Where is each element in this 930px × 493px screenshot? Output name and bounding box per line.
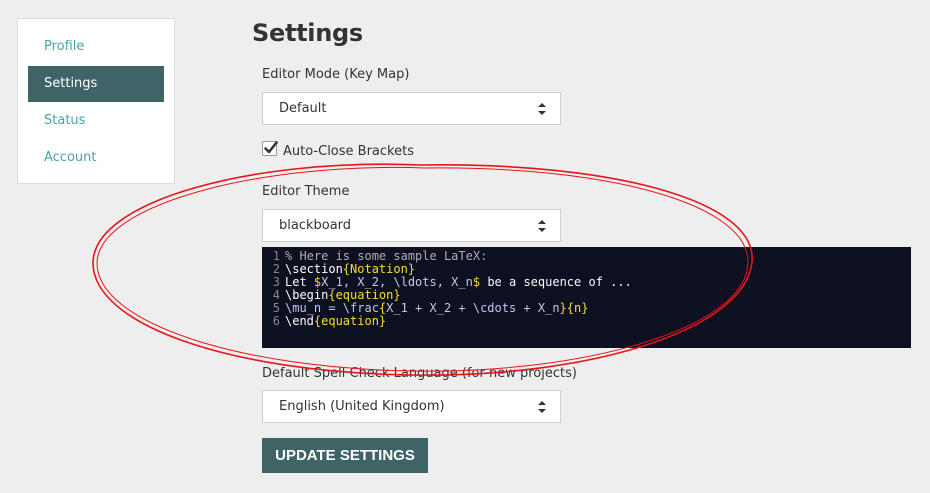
select-arrows-icon [538,220,546,232]
code-token: {equation} [328,288,401,302]
code-token: } [559,301,567,315]
line-number: 6 [272,314,280,328]
code-token: \end [285,314,314,328]
update-settings-button[interactable]: UPDATE SETTINGS [262,438,428,473]
code-token: X_1, X_2, \ldots, X_n [321,275,473,289]
sidebar-item-account[interactable]: Account [28,140,164,176]
code-token: X_1 + X_2 + \cdots + X_n [386,301,560,315]
select-arrows-icon [538,401,546,413]
editor-mode-select[interactable]: Default [262,92,561,125]
sidebar-item-status[interactable]: Status [28,103,164,139]
code-token: {n} [566,301,589,315]
code-token: {equation} [313,314,387,328]
spell-check-value: English (United Kingdom) [279,399,445,414]
editor-theme-value: blackboard [279,218,352,233]
select-arrows-icon [538,103,546,115]
code-token: \begin [285,288,329,302]
code-line: 6 \end{equation} [262,315,911,328]
sidebar-item-profile[interactable]: Profile [28,29,164,65]
editor-mode-label: Editor Mode (Key Map) [262,67,410,82]
editor-theme-label: Editor Theme [262,184,350,199]
code-token: \mu_n = \frac [285,301,379,315]
checkmark-icon [264,141,278,154]
theme-preview-code: 1% Here is some sample LaTeX: 2 \section{N… [262,247,911,348]
code-token: Let [285,275,314,289]
spell-check-select[interactable]: English (United Kingdom) [262,390,561,423]
auto-close-brackets-checkbox[interactable] [262,141,278,156]
editor-theme-select[interactable]: blackboard [262,209,561,242]
code-token: % Here is some sample LaTeX: [285,249,488,263]
settings-sidebar: Profile Settings Status Account [17,18,175,184]
code-token: \section [285,262,343,276]
sidebar-item-settings[interactable]: Settings [28,66,164,102]
code-token: {Notation} [342,262,416,276]
code-token: be a sequence of ... [480,275,632,289]
code-token: $ [472,275,481,289]
spell-check-label: Default Spell Check Language (for new pr… [262,366,577,381]
auto-close-brackets-label: Auto-Close Brackets [283,144,414,159]
editor-mode-value: Default [279,101,327,116]
page-title: Settings [252,19,363,47]
